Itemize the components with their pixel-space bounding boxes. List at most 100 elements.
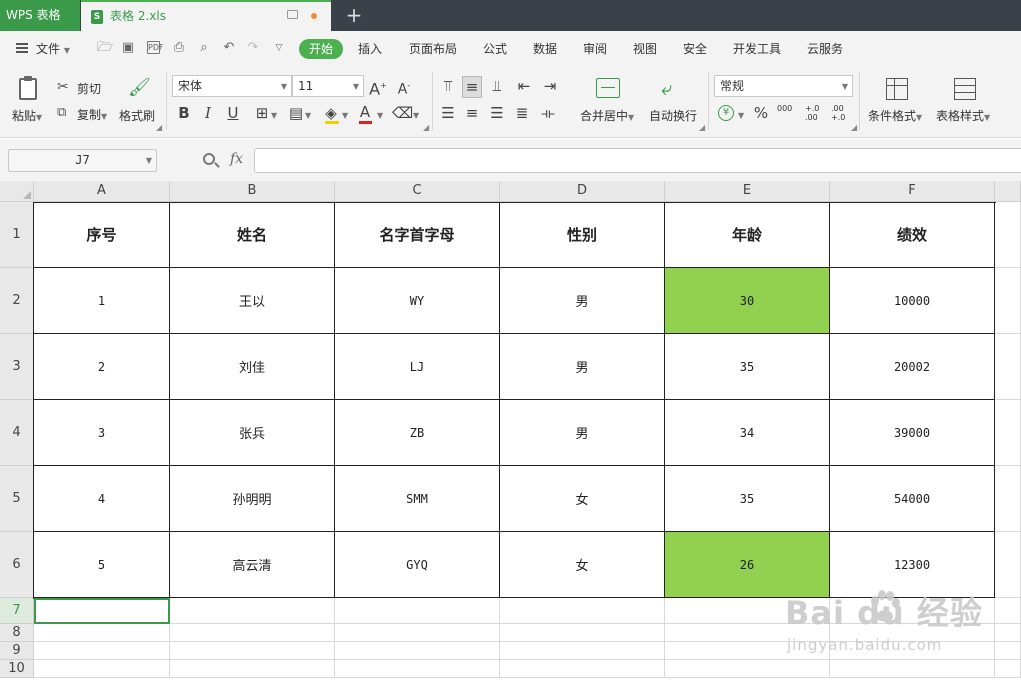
font-color-icon[interactable]: A — [355, 102, 375, 122]
table-cell[interactable]: 高云清 — [170, 532, 335, 598]
open-folder-icon[interactable]: 🗁 — [97, 41, 113, 55]
menu-tab-data[interactable]: 数据 — [533, 40, 557, 57]
wrap-text-icon[interactable]: ⤶ — [661, 76, 672, 100]
merge-center-icon[interactable] — [596, 78, 620, 98]
redo-icon[interactable]: ↷ — [246, 41, 260, 55]
copy-button[interactable]: 复制▼ — [77, 106, 107, 123]
borders-icon[interactable]: ⊞ — [252, 103, 272, 123]
percent-icon[interactable]: % — [751, 103, 771, 123]
table-cell[interactable] — [500, 660, 665, 678]
chevron-down-icon[interactable]: ▼ — [305, 111, 311, 120]
format-painter-icon[interactable]: 🖌 — [128, 77, 151, 98]
row-header[interactable]: 10 — [0, 660, 34, 678]
table-cell[interactable]: 男 — [500, 268, 665, 334]
clear-eraser-icon[interactable]: ⌫ — [392, 103, 413, 123]
table-cell[interactable] — [34, 660, 170, 678]
font-size-select[interactable]: 11 ▼ — [292, 75, 364, 97]
print-preview-icon[interactable]: ⌕ — [197, 41, 211, 55]
align-middle-icon[interactable]: ≡ — [462, 76, 482, 98]
row-header[interactable]: 1 — [0, 202, 34, 268]
bold-icon[interactable]: B — [174, 103, 194, 123]
table-cell[interactable]: 张兵 — [170, 400, 335, 466]
fill-color-icon[interactable]: ◈ — [321, 103, 341, 123]
table-cell[interactable]: 女 — [500, 532, 665, 598]
number-format-select[interactable]: 常规 ▼ — [714, 75, 853, 97]
menu-tab-developer[interactable]: 开发工具 — [733, 40, 781, 57]
merge-center-button[interactable]: 合并居中▼ — [580, 107, 634, 124]
document-tab[interactable]: S 表格 2.xls — [81, 0, 331, 31]
column-header[interactable]: E — [665, 181, 830, 202]
zoom-search-icon[interactable] — [203, 153, 215, 165]
italic-icon[interactable]: I — [198, 103, 218, 123]
distributed-align-icon[interactable]: ⟛ — [538, 103, 558, 123]
table-cell[interactable]: 刘佳 — [170, 334, 335, 400]
table-header-cell[interactable]: 名字首字母 — [335, 202, 500, 268]
decrease-font-size-icon[interactable]: A- — [394, 76, 414, 100]
menu-tab-review[interactable]: 审阅 — [583, 40, 607, 57]
table-cell[interactable]: 女 — [500, 466, 665, 532]
align-left-icon[interactable]: ☰ — [438, 103, 458, 123]
table-header-cell[interactable]: 序号 — [34, 202, 170, 268]
thousands-separator-icon[interactable]: 000 — [777, 104, 792, 113]
align-right-icon[interactable]: ☰ — [487, 103, 507, 123]
table-cell[interactable] — [170, 642, 335, 660]
justify-icon[interactable]: ≣ — [512, 103, 532, 123]
table-cell[interactable] — [335, 660, 500, 678]
table-cell[interactable] — [500, 624, 665, 642]
currency-icon[interactable]: ¥ — [718, 105, 734, 121]
file-menu[interactable]: 文件 ▼ — [36, 40, 70, 57]
chevron-down-icon[interactable]: ▼ — [377, 111, 383, 120]
table-cell[interactable]: 5 — [34, 532, 170, 598]
unsaved-indicator-icon[interactable] — [311, 13, 317, 19]
name-box[interactable]: J7 ▼ — [8, 149, 157, 172]
table-cell[interactable] — [995, 400, 1021, 466]
chevron-down-icon[interactable]: ▼ — [271, 111, 277, 120]
table-cell[interactable]: 男 — [500, 400, 665, 466]
align-center-icon[interactable]: ≡ — [462, 103, 482, 123]
select-all-corner[interactable] — [0, 181, 34, 202]
table-cell[interactable] — [335, 624, 500, 642]
table-header-cell[interactable] — [995, 202, 1021, 268]
table-cell[interactable] — [995, 268, 1021, 334]
table-cell[interactable]: 20002 — [830, 334, 995, 400]
table-cell[interactable]: 男 — [500, 334, 665, 400]
column-header[interactable] — [995, 181, 1021, 202]
insert-function-icon[interactable]: fx — [230, 151, 243, 167]
font-expand-icon[interactable]: ◢ — [423, 123, 429, 132]
column-header[interactable]: B — [170, 181, 335, 202]
menu-tab-page-layout[interactable]: 页面布局 — [409, 40, 457, 57]
table-cell[interactable] — [170, 660, 335, 678]
save-icon[interactable]: ▣ — [121, 41, 135, 55]
table-cell[interactable]: 34 — [665, 400, 830, 466]
table-cell[interactable] — [995, 466, 1021, 532]
table-cell[interactable]: SMM — [335, 466, 500, 532]
column-header[interactable]: F — [830, 181, 995, 202]
table-cell[interactable] — [170, 598, 335, 624]
scissors-icon[interactable]: ✂ — [57, 79, 69, 95]
column-header[interactable]: A — [34, 181, 170, 202]
table-cell[interactable]: GYQ — [335, 532, 500, 598]
new-tab-button[interactable]: + — [343, 3, 365, 27]
increase-decimal-icon[interactable]: +.0 .00 — [805, 104, 825, 122]
table-style-icon[interactable] — [954, 78, 976, 100]
row-header[interactable]: 7 — [0, 598, 34, 624]
row-header[interactable]: 6 — [0, 532, 34, 598]
table-cell[interactable] — [34, 624, 170, 642]
table-cell[interactable]: 1 — [34, 268, 170, 334]
chevron-down-icon[interactable]: ▼ — [738, 111, 744, 120]
table-cell[interactable] — [500, 598, 665, 624]
cell-style-icon[interactable]: ▤ — [286, 103, 306, 123]
number-expand-icon[interactable]: ◢ — [851, 123, 857, 132]
table-cell[interactable]: 2 — [34, 334, 170, 400]
row-header[interactable]: 4 — [0, 400, 34, 466]
menu-tab-insert[interactable]: 插入 — [358, 40, 382, 57]
menu-tab-view[interactable]: 视图 — [633, 40, 657, 57]
table-header-cell[interactable]: 性别 — [500, 202, 665, 268]
decrease-indent-icon[interactable]: ⇤ — [514, 76, 534, 96]
customize-toolbar-icon[interactable]: ▽ — [272, 41, 286, 55]
table-cell[interactable] — [170, 624, 335, 642]
table-cell[interactable]: 39000 — [830, 400, 995, 466]
align-bottom-icon[interactable]: ⫫ — [487, 76, 507, 96]
menu-tab-security[interactable]: 安全 — [683, 40, 707, 57]
table-cell[interactable]: 孙明明 — [170, 466, 335, 532]
